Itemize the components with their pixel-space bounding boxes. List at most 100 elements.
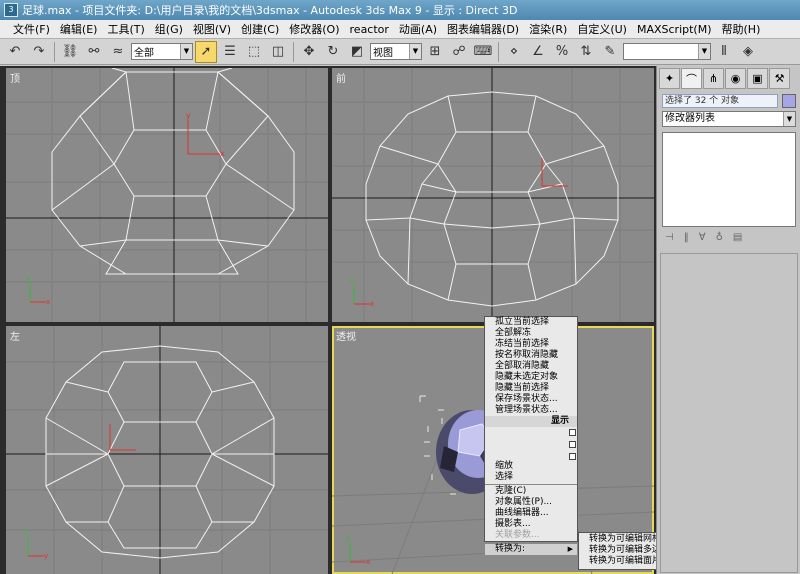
qmenu-convert-label: 转换为: — [495, 544, 526, 554]
viewport-label[interactable]: 透视 — [336, 328, 356, 343]
menu-tools[interactable]: 工具(T) — [102, 21, 149, 37]
menu-views[interactable]: 视图(V) — [188, 21, 236, 37]
pin-stack-icon[interactable]: ⊣ — [665, 232, 674, 246]
command-panel: ✦ ⌒ ⋔ ◉ ▣ ⚒ 选择了 32 个 对象 修改器列表 ▼ ⊣ ‖ ∀ ♁ … — [656, 66, 800, 574]
menu-help[interactable]: 帮助(H) — [717, 21, 766, 37]
utilities-tab-icon[interactable]: ⚒ — [769, 68, 790, 89]
menu-reactor[interactable]: reactor — [345, 23, 394, 36]
menu-bar: 文件(F) 编辑(E) 工具(T) 组(G) 视图(V) 创建(C) 修改器(O… — [0, 20, 800, 39]
checkbox-icon[interactable] — [569, 441, 576, 448]
select-by-name-icon[interactable]: ☰ — [219, 41, 241, 63]
move-icon[interactable]: ✥ — [298, 41, 320, 63]
select-arrow-icon[interactable]: ➚ — [195, 40, 217, 63]
svg-text:y: y — [26, 274, 30, 282]
viewport-left[interactable]: 左 yz — [6, 326, 328, 574]
qmenu-manage-scene-states[interactable]: 管理场景状态... — [485, 405, 577, 416]
checkbox-icon[interactable] — [569, 453, 576, 460]
configure-sets-icon[interactable]: ▤ — [733, 232, 742, 246]
show-end-result-icon[interactable]: ‖ — [684, 232, 689, 246]
svg-text:x: x — [370, 300, 374, 308]
menu-create[interactable]: 创建(C) — [236, 21, 284, 37]
create-tab-icon[interactable]: ✦ — [659, 68, 680, 89]
modifier-list-dropdown[interactable]: 修改器列表 ▼ — [662, 111, 796, 127]
checkbox-icon[interactable] — [569, 429, 576, 436]
snap-toggle-icon[interactable]: ⋄ — [503, 41, 525, 63]
window-crossing-icon[interactable]: ◫ — [267, 41, 289, 63]
pivot-center-icon[interactable]: ⊞ — [424, 41, 446, 63]
keyboard-shortcut-icon[interactable]: ⌨ — [472, 41, 494, 63]
toolbar-separator — [54, 41, 55, 62]
rollout-area — [660, 253, 798, 573]
hierarchy-tab-icon[interactable]: ⋔ — [703, 68, 724, 89]
remove-modifier-icon[interactable]: ♁ — [716, 232, 723, 246]
qmenu-unhide-by-name[interactable]: 按名称取消隐藏 — [485, 350, 577, 361]
coord-system-dropdown[interactable]: 视图 ▼ — [370, 43, 422, 60]
make-unique-icon[interactable]: ∀ — [699, 232, 706, 246]
menu-edit[interactable]: 编辑(E) — [55, 21, 103, 37]
unlink-icon[interactable]: ⚯ — [83, 41, 105, 63]
rect-selection-icon[interactable]: ⬚ — [243, 41, 265, 63]
modify-tab-icon[interactable]: ⌒ — [681, 68, 702, 89]
qmenu-select[interactable]: 选择 — [485, 472, 577, 483]
menu-graph-editors[interactable]: 图表编辑器(D) — [442, 21, 524, 37]
menu-modifiers[interactable]: 修改器(O) — [284, 21, 344, 37]
viewport-front[interactable]: 前 x z — [332, 68, 654, 322]
select-manipulate-icon[interactable]: ☍ — [448, 41, 470, 63]
qmenu-clone[interactable]: 克隆(C) — [485, 486, 577, 497]
selection-filter-value: 全部 — [134, 48, 154, 59]
angle-snap-icon[interactable]: ∠ — [527, 41, 549, 63]
viewport-top[interactable]: 顶 yx x y — [6, 68, 328, 322]
axis-tripod-icon: xz — [350, 276, 374, 308]
svg-text:y: y — [186, 111, 191, 120]
spinner-snap-icon[interactable]: ⇅ — [575, 41, 597, 63]
window-title: 足球.max - 项目文件夹: D:\用户目录\我的文档\3dsmax - Au… — [22, 4, 518, 17]
undo-icon[interactable]: ↶ — [4, 41, 26, 63]
mirror-icon[interactable]: ⫴ — [713, 41, 735, 63]
title-bar: 3 足球.max - 项目文件夹: D:\用户目录\我的文档\3dsmax - … — [0, 0, 800, 20]
bind-space-warp-icon[interactable]: ≈ — [107, 41, 129, 63]
chevron-down-icon: ▼ — [783, 112, 795, 126]
object-color-swatch[interactable] — [782, 94, 796, 108]
menu-maxscript[interactable]: MAXScript(M) — [632, 23, 717, 36]
motion-tab-icon[interactable]: ◉ — [725, 68, 746, 89]
qmenu-object-properties[interactable]: 对象属性(P)... — [485, 497, 577, 508]
qmenu-convert-to[interactable]: 转换为: ▶ — [485, 544, 577, 555]
link-icon[interactable]: ⛓ — [59, 41, 81, 63]
qmenu-freeze-selection[interactable]: 冻结当前选择 — [485, 339, 577, 350]
viewport-left-canvas: yz — [6, 326, 328, 574]
selection-filter-dropdown[interactable]: 全部 ▼ — [131, 43, 193, 60]
qmenu-dope-sheet[interactable]: 摄影表... — [485, 519, 577, 530]
qmenu-isolate[interactable]: 孤立当前选择 — [485, 317, 577, 328]
display-tab-icon[interactable]: ▣ — [747, 68, 768, 89]
menu-file[interactable]: 文件(F) — [8, 21, 55, 37]
qmenu-hide-unselected[interactable]: 隐藏未选定对象 — [485, 372, 577, 383]
qmenu-unfreeze-all[interactable]: 全部解冻 — [485, 328, 577, 339]
modifier-list-label: 修改器列表 — [665, 113, 715, 124]
edit-named-sel-icon[interactable]: ✎ — [599, 41, 621, 63]
scale-icon[interactable]: ◩ — [346, 41, 368, 63]
qmenu-hide-selection[interactable]: 隐藏当前选择 — [485, 383, 577, 394]
menu-rendering[interactable]: 渲染(R) — [524, 21, 572, 37]
rotate-icon[interactable]: ↻ — [322, 41, 344, 63]
named-selection-dropdown[interactable]: ▼ — [623, 43, 711, 60]
quad-menu: 孤立当前选择 全部解冻 冻结当前选择 按名称取消隐藏 全部取消隐藏 隐藏未选定对… — [484, 316, 578, 555]
qmenu-scale[interactable]: 缩放 — [485, 461, 577, 472]
percent-snap-icon[interactable]: % — [551, 41, 573, 63]
qmenu-curve-editor[interactable]: 曲线编辑器... — [485, 508, 577, 519]
selection-info-field[interactable]: 选择了 32 个 对象 — [662, 94, 778, 108]
align-icon[interactable]: ◈ — [737, 41, 759, 63]
command-panel-tabs: ✦ ⌒ ⋔ ◉ ▣ ⚒ — [659, 68, 799, 90]
menu-animation[interactable]: 动画(A) — [394, 21, 442, 37]
viewport-label[interactable]: 顶 — [10, 70, 20, 85]
viewport-label[interactable]: 前 — [336, 70, 346, 85]
viewport-label[interactable]: 左 — [10, 328, 20, 343]
redo-icon[interactable]: ↷ — [28, 41, 50, 63]
menu-group[interactable]: 组(G) — [150, 21, 188, 37]
soccer-ball-wireframe — [51, 68, 295, 275]
qmenu-save-scene-state[interactable]: 保存场景状态... — [485, 394, 577, 405]
viewport-front-canvas: xz — [332, 68, 654, 322]
qmenu-transform-icons — [485, 427, 577, 461]
qmenu-unhide-all[interactable]: 全部取消隐藏 — [485, 361, 577, 372]
menu-customize[interactable]: 自定义(U) — [572, 21, 632, 37]
modifier-stack[interactable] — [662, 132, 796, 227]
